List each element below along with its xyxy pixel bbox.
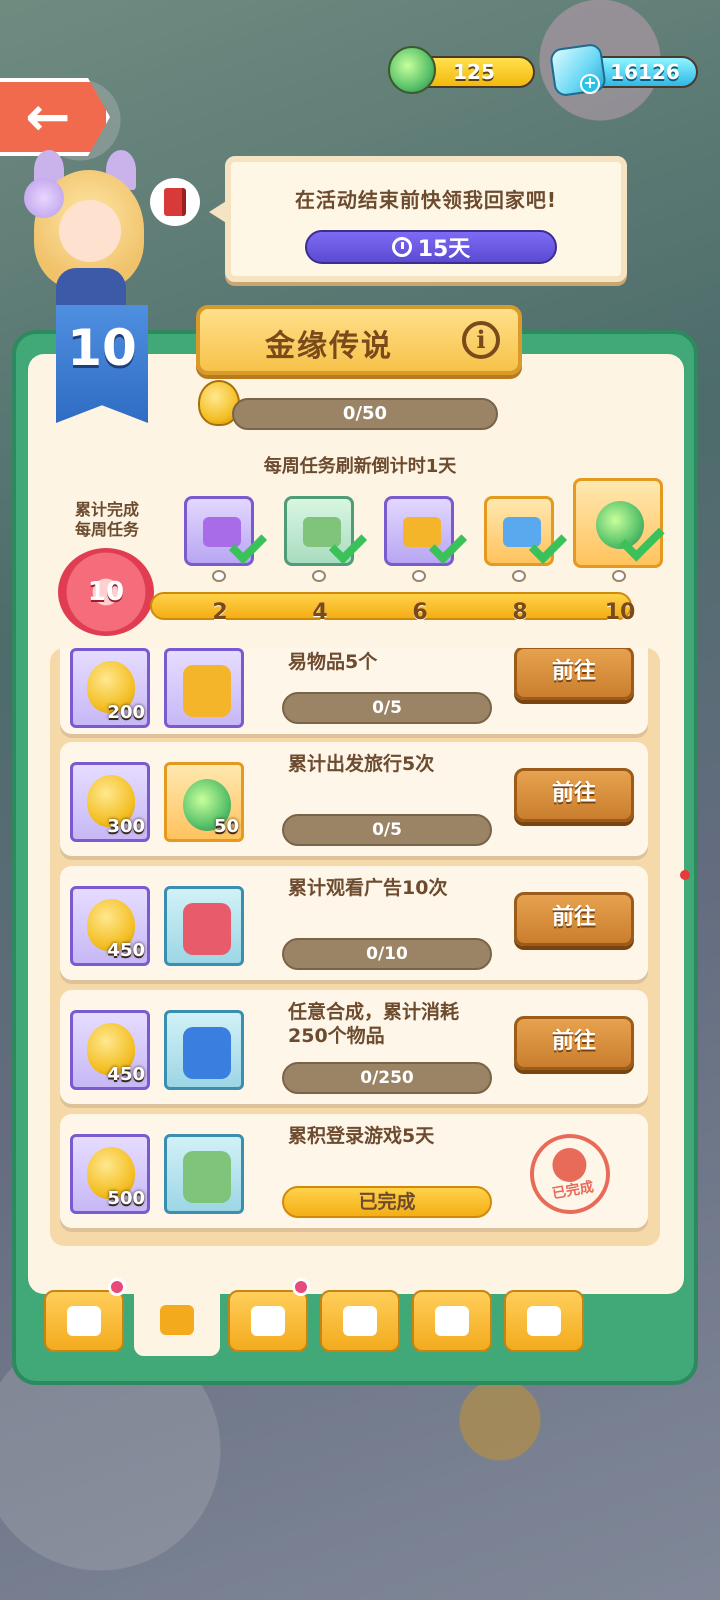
task-progress: 0/10: [282, 938, 492, 970]
character-body: [56, 268, 126, 308]
milestone-value: 10: [604, 600, 636, 625]
milestone-reward-coupon[interactable]: [384, 496, 468, 566]
task-description: 累计观看广告10次: [288, 877, 448, 899]
task-progress: 0/5: [282, 692, 492, 724]
reward-item: [164, 1010, 244, 1090]
milestone-pin: [312, 570, 326, 582]
tab-weekly[interactable]: [134, 1284, 220, 1356]
task-description: 任意合成，累计消耗250个物品: [288, 1001, 460, 1047]
notification-dot: [680, 870, 690, 880]
milestone-reward-ticket[interactable]: [184, 496, 268, 566]
task-progress: 0/250: [282, 1062, 492, 1094]
reward-item: [164, 886, 244, 966]
task-row: 200 易物品5个 0/5 前往: [60, 648, 648, 734]
completed-stamp: 已完成: [523, 1127, 617, 1221]
level-number: 10: [67, 319, 137, 377]
reward-qty: 450: [107, 1064, 145, 1085]
task-row: 300 50 累计出发旅行5次 0/5 前往: [60, 742, 648, 856]
reward-points: 450: [70, 1010, 150, 1090]
panel-title: 金缘传说: [265, 329, 393, 364]
tab-gifts[interactable]: [412, 1290, 492, 1352]
gold-amount: 125: [453, 60, 495, 84]
frog-box-icon: [183, 1151, 231, 1203]
coupon-icon: [183, 665, 231, 717]
reward-qty: 50: [213, 816, 239, 837]
milestone-pin: [412, 570, 426, 582]
panel-title-plate: 金缘传说 i: [196, 305, 522, 375]
task-description: 易物品5个: [288, 651, 378, 673]
character-face: [59, 200, 121, 262]
reward-qty: 500: [107, 1188, 145, 1209]
task-row: 500 累积登录游戏5天 已完成 已完成: [60, 1114, 648, 1228]
milestone-pin: [512, 570, 526, 582]
milestone-value: 2: [212, 600, 228, 625]
go-button[interactable]: 前往: [514, 1016, 634, 1070]
add-gems-icon[interactable]: +: [580, 74, 600, 94]
back-button[interactable]: ←: [0, 78, 110, 156]
milestone-pin: [212, 570, 226, 582]
leaf-icon: [527, 1306, 561, 1336]
list-icon: [67, 1306, 101, 1336]
character-flower: [24, 178, 64, 218]
milestone-reward-orb[interactable]: [573, 478, 665, 568]
go-button[interactable]: 前往: [514, 892, 634, 946]
milestone-value: 8: [512, 600, 528, 625]
book-icon[interactable]: [150, 178, 200, 226]
gem-amount: 16126: [610, 60, 680, 84]
character-avatar[interactable]: [14, 150, 164, 310]
task-row: 450 累计观看广告10次 0/10 前往: [60, 866, 648, 980]
bubble-text: 在活动结束前快领我回家吧!: [294, 188, 558, 212]
task-list[interactable]: 200 易物品5个 0/5 前往 300 50 累计出发旅行5次 0/5 前往 …: [50, 648, 660, 1246]
gift-icon: [435, 1306, 469, 1336]
reward-item: [164, 648, 244, 728]
cards-icon: [343, 1306, 377, 1336]
tab-cards[interactable]: [320, 1290, 400, 1352]
task-progress: 0/5: [282, 814, 492, 846]
tab-rewards[interactable]: [228, 1290, 308, 1352]
gold-orb-icon: [388, 46, 436, 94]
task-row: 450 任意合成，累计消耗250个物品 0/250 前往: [60, 990, 648, 1104]
event-timer: 15天: [305, 230, 557, 264]
reward-qty: 300: [107, 816, 145, 837]
timer-text: 15天: [417, 237, 471, 262]
level-ribbon: 10: [56, 305, 148, 423]
reward-points: 450: [70, 886, 150, 966]
tab-badge: [108, 1278, 126, 1296]
calendar-icon: [160, 1305, 194, 1335]
weekly-refresh-countdown: 每周任务刷新倒计时1天: [263, 456, 457, 477]
task-progress-completed: 已完成: [282, 1186, 492, 1218]
reward-qty: 450: [107, 940, 145, 961]
robot-cat-icon: [183, 903, 231, 955]
reward-item: 50: [164, 762, 244, 842]
robot-cat-blue-icon: [183, 1027, 231, 1079]
go-button[interactable]: 前往: [514, 648, 634, 700]
milestone-pin: [612, 570, 626, 582]
reward-points: 200: [70, 648, 150, 728]
go-button[interactable]: 前往: [514, 768, 634, 822]
reward-qty: 200: [107, 702, 145, 723]
milestone-value: 4: [312, 600, 328, 625]
tab-leaf[interactable]: [504, 1290, 584, 1352]
speech-bubble: 在活动结束前快领我回家吧! 15天: [209, 156, 627, 282]
tab-badge: [292, 1278, 310, 1296]
tab-task-list[interactable]: [44, 1290, 124, 1352]
reward-points: 500: [70, 1134, 150, 1214]
clock-icon: [391, 237, 412, 257]
main-progress-bar: 0/50: [232, 398, 498, 430]
cumulative-weekly-label: 累计完成 每周任务: [74, 500, 139, 539]
task-description: 累计出发旅行5次: [288, 753, 435, 775]
task-description: 累积登录游戏5天: [288, 1125, 435, 1147]
info-icon[interactable]: i: [462, 321, 500, 359]
rooster-icon: [251, 1306, 285, 1336]
cumulative-count: 10: [87, 577, 125, 607]
milestone-reward-frogs[interactable]: [284, 496, 368, 566]
reward-points: 300: [70, 762, 150, 842]
cumulative-flower-badge: 10: [58, 548, 154, 636]
reward-item: [164, 1134, 244, 1214]
milestone-value: 6: [412, 600, 428, 625]
back-arrow-icon: ←: [25, 85, 71, 148]
milestone-reward-plane-ticket[interactable]: [484, 496, 568, 566]
